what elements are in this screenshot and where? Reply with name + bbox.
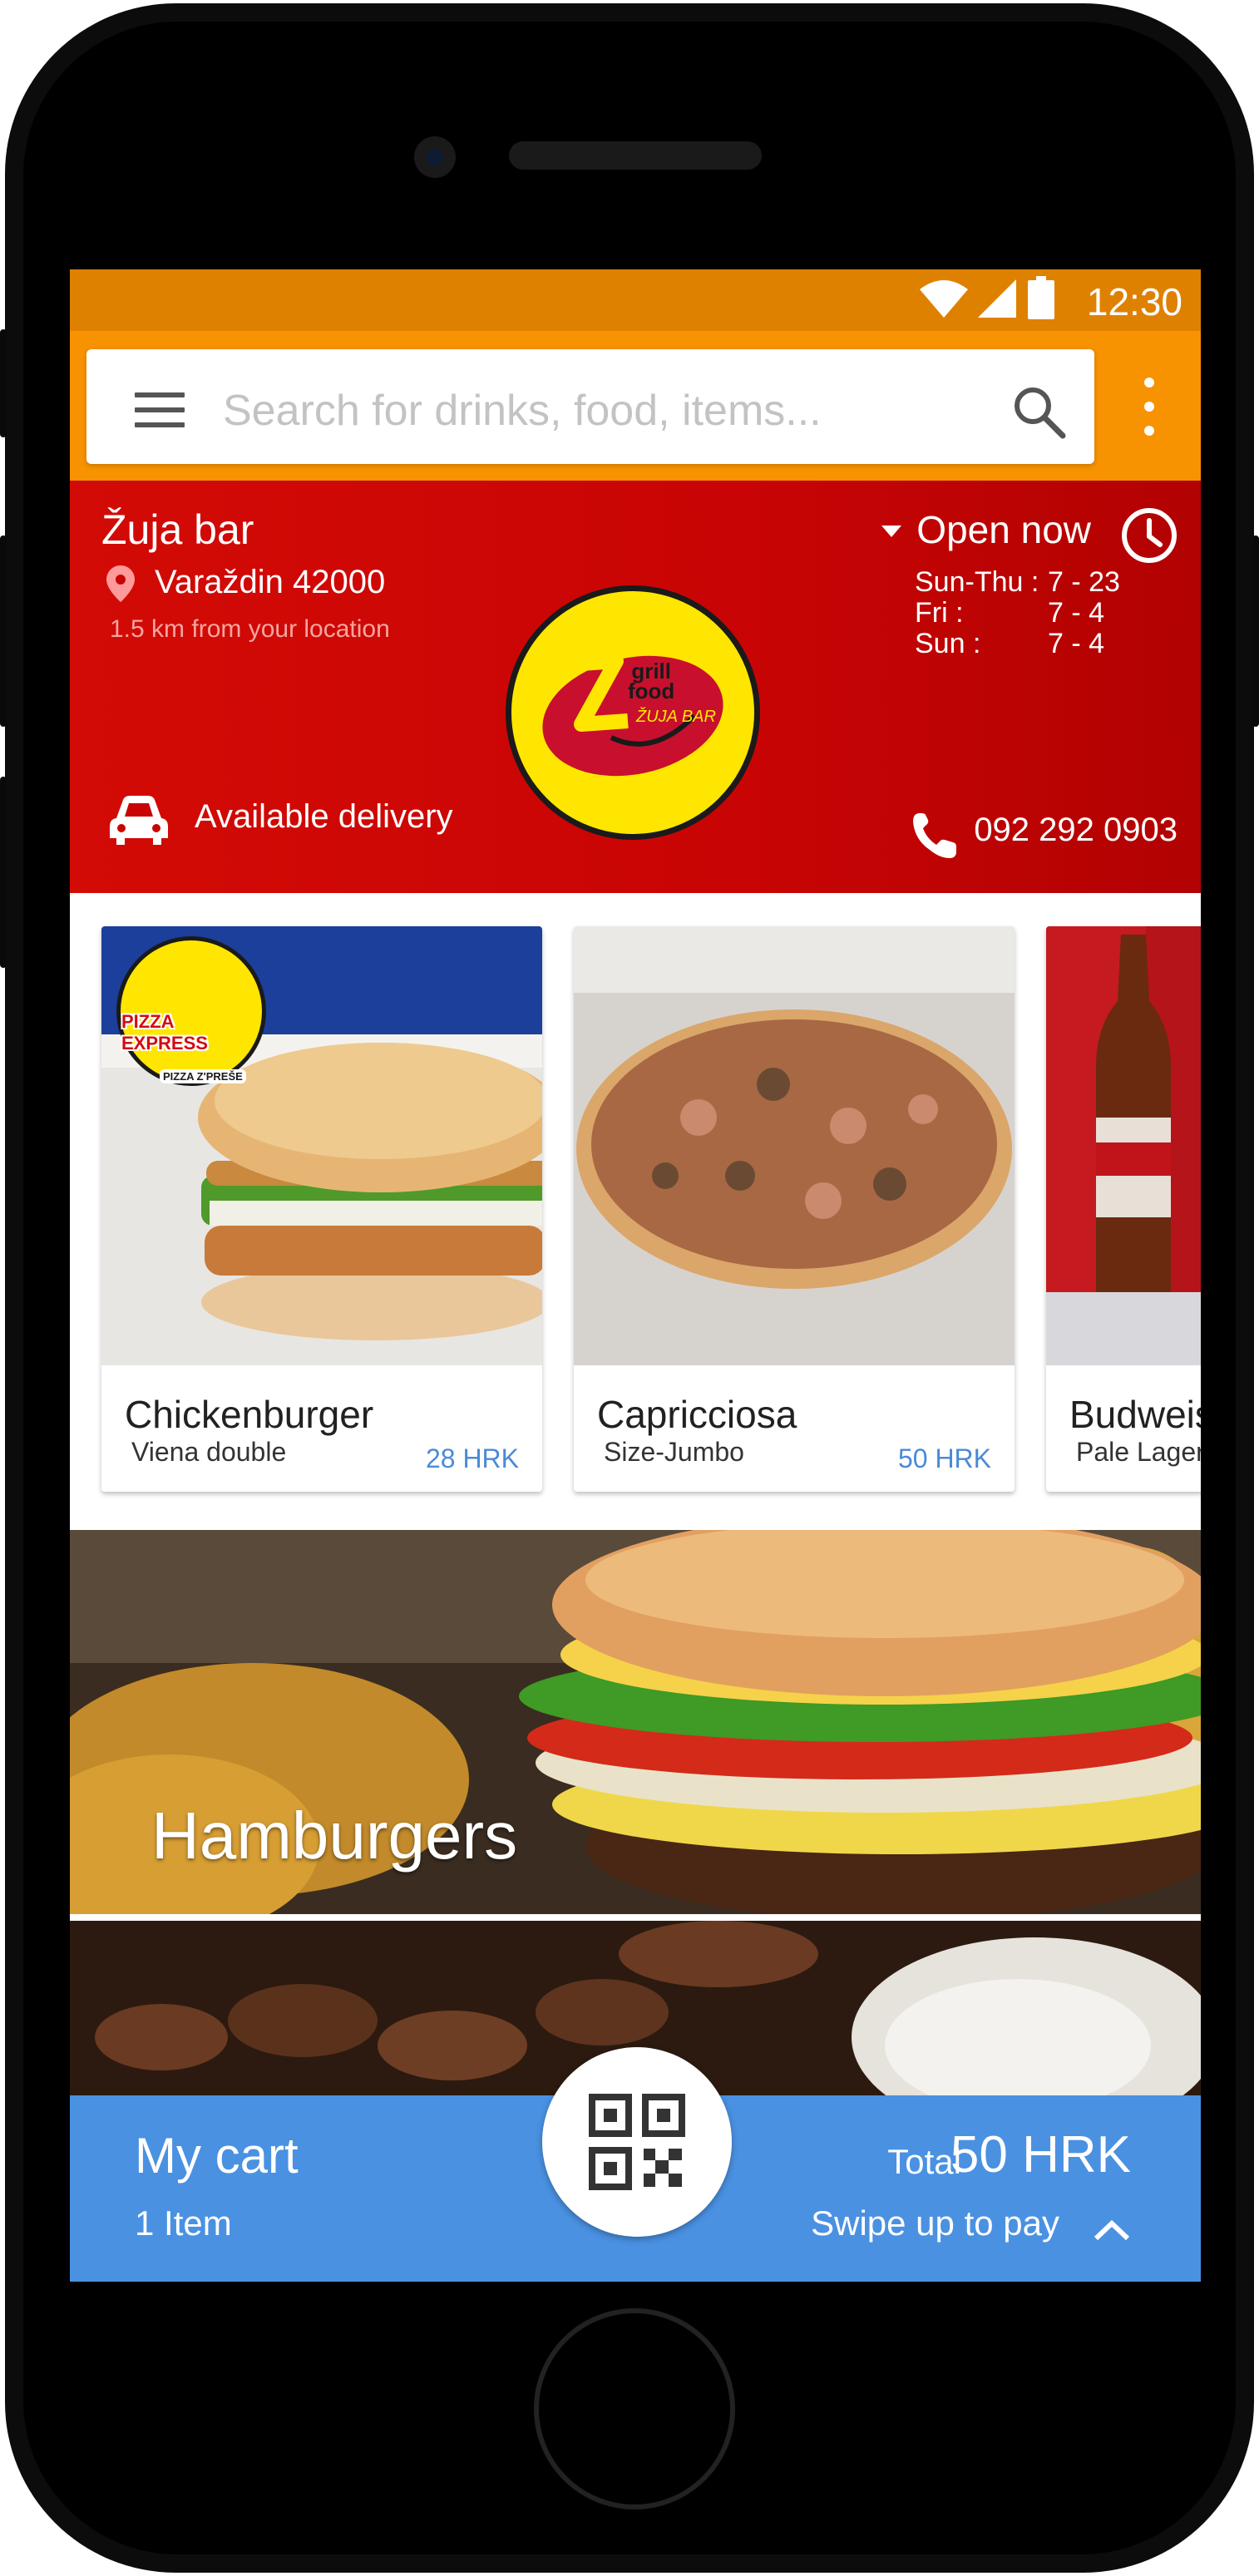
delivery-status: Available delivery — [195, 798, 453, 835]
item-name: Capricciosa — [597, 1393, 797, 1436]
total-value: 50 HRK — [950, 2126, 1131, 2184]
category-tile[interactable]: Hamburgers — [70, 1530, 1201, 1914]
power-button — [1252, 535, 1259, 727]
venue-address: Varaždin 42000 — [155, 564, 386, 600]
wifi-icon — [920, 280, 968, 318]
venue-logo: grill food ŽUJA BAR — [506, 585, 760, 840]
item-name: Chickenburger — [125, 1393, 374, 1436]
hours-time: 7 - 4 — [1048, 597, 1105, 629]
item-subtitle: Pale Lager — [1076, 1437, 1201, 1467]
signal-icon — [978, 279, 1016, 318]
chevron-up-icon[interactable] — [1093, 2218, 1131, 2242]
hours-day: Sun-Thu : — [915, 566, 1039, 598]
app-bar: Search for drinks, food, items... — [70, 331, 1201, 481]
item-subtitle: Size-Jumbo — [604, 1437, 744, 1467]
featured-card[interactable]: Budweiser Pale Lager — [1046, 926, 1201, 1492]
budweiser-image — [1046, 926, 1201, 1365]
featured-card[interactable]: PIZZA EXPRESS PIZZA Z'PREŠE Chickenburge… — [101, 926, 542, 1492]
venue-name: Žuja bar — [101, 506, 254, 553]
earpiece-speaker — [509, 141, 762, 170]
swipe-hint: Swipe up to pay — [811, 2203, 1059, 2243]
volume-up-button — [0, 535, 7, 727]
phone-icon[interactable] — [911, 812, 958, 860]
badge-text: PIZZA EXPRESS — [121, 1011, 208, 1054]
capricciosa-image — [574, 926, 1015, 1365]
item-price: 50 HRK — [897, 1443, 991, 1473]
venue-header: Žuja bar Varaždin 42000 1.5 km from your… — [70, 481, 1201, 893]
volume-down-button — [0, 777, 7, 968]
search-icon[interactable] — [1010, 382, 1068, 441]
item-price: 28 HRK — [425, 1443, 519, 1473]
more-options-icon[interactable] — [1144, 378, 1154, 436]
logo-brand: ŽUJA BAR — [636, 708, 716, 726]
category-label: Hamburgers — [151, 1799, 518, 1873]
open-status[interactable]: Open now — [916, 507, 1091, 552]
featured-card[interactable]: Capricciosa Size-Jumbo 50 HRK — [574, 926, 1015, 1492]
featured-items[interactable]: PIZZA EXPRESS PIZZA Z'PREŠE Chickenburge… — [70, 893, 1201, 1530]
venue-distance: 1.5 km from your location — [110, 615, 390, 643]
location-pin-icon — [106, 565, 135, 602]
status-bar: 12:30 — [70, 269, 1201, 331]
home-button[interactable] — [534, 2308, 735, 2509]
hours-time: 7 - 4 — [1048, 628, 1105, 659]
status-time: 12:30 — [1086, 280, 1182, 323]
cart-item-count: 1 Item — [135, 2203, 232, 2243]
phone-frame: 12:30 Search for drinks, food, items... … — [0, 3, 1259, 2573]
menu-icon[interactable] — [135, 392, 185, 427]
battery-icon — [1028, 276, 1054, 319]
logo-text: grill food — [628, 659, 675, 703]
qr-scan-button[interactable] — [542, 2047, 732, 2237]
badge-tagline: PIZZA Z'PREŠE — [160, 1069, 246, 1083]
hours-day: Sun : — [915, 628, 981, 659]
front-camera — [414, 136, 456, 178]
hours-time: 7 - 23 — [1048, 566, 1120, 598]
search-input[interactable]: Search for drinks, food, items... — [223, 386, 822, 436]
divider — [70, 1914, 1201, 1921]
search-bar[interactable]: Search for drinks, food, items... — [86, 349, 1094, 464]
hours-day: Fri : — [915, 597, 964, 629]
car-icon — [110, 796, 168, 845]
item-subtitle: Viena double — [131, 1437, 287, 1467]
phone-number[interactable]: 092 292 0903 — [974, 812, 1178, 849]
app-screen: 12:30 Search for drinks, food, items... … — [70, 269, 1201, 2282]
qr-code-icon — [589, 2094, 685, 2190]
caret-down-icon[interactable] — [881, 526, 901, 537]
mute-switch — [0, 329, 7, 437]
item-name: Budweiser — [1069, 1393, 1201, 1436]
cart-title: My cart — [135, 2128, 299, 2184]
clock-icon — [1122, 508, 1177, 563]
